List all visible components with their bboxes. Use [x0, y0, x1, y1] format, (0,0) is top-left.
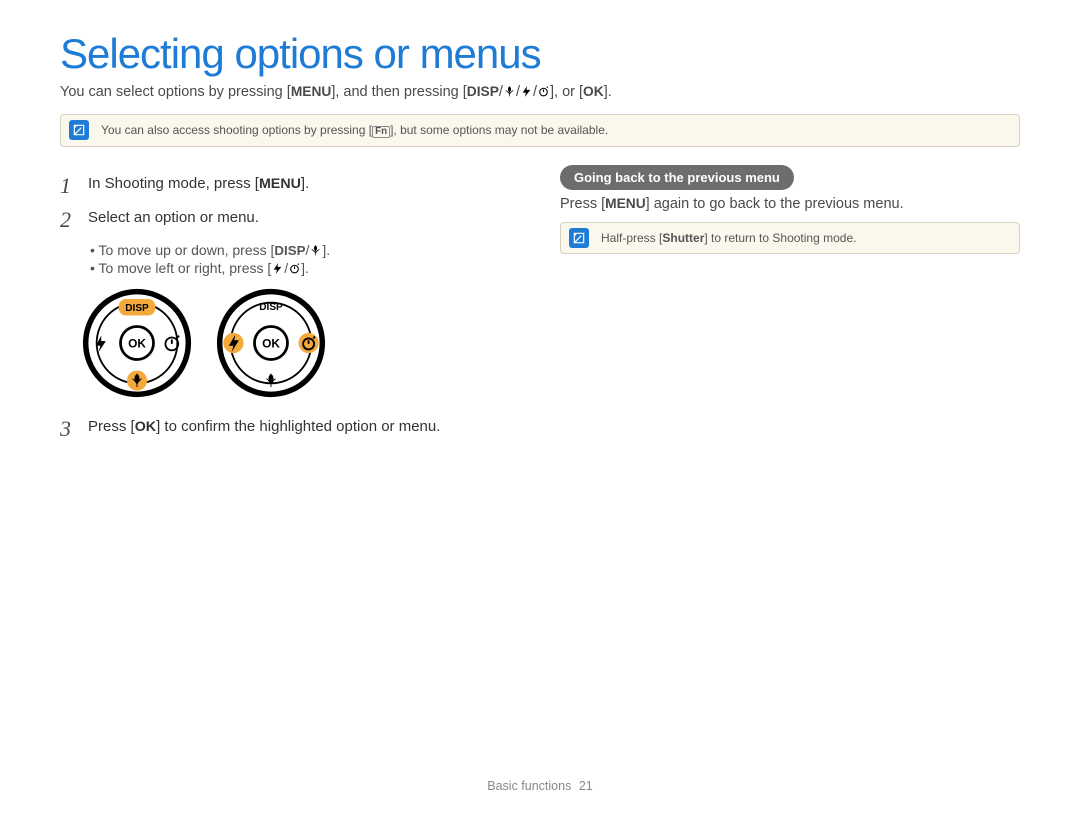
step-body: Select an option or menu. — [88, 207, 259, 233]
ok-label: OK — [128, 336, 146, 350]
sub-text: ]. — [322, 242, 330, 258]
macro-icon — [309, 242, 322, 258]
dial-horizontal: DISP OK — [216, 288, 326, 398]
step-number: 1 — [60, 173, 80, 199]
intro-text: ]. — [604, 84, 612, 100]
ok-label: OK — [262, 336, 280, 350]
note-text: ] to return to Shooting mode. — [704, 231, 856, 245]
right-column: Going back to the previous menu Press [M… — [560, 165, 1020, 450]
timer-icon — [288, 260, 301, 276]
fn-key: Fn — [372, 126, 390, 138]
substep: To move left or right, press [/]. — [90, 260, 520, 276]
sub-text: To move left or right, press [ — [99, 260, 272, 276]
step-1: 1 In Shooting mode, press [MENU]. — [60, 173, 520, 199]
dial-vertical: DISP OK — [82, 288, 192, 398]
step-text: In Shooting mode, press [ — [88, 175, 259, 192]
step-body: Press [OK] to confirm the highlighted op… — [88, 416, 440, 442]
disp-key: DISP — [467, 84, 499, 99]
menu-key: MENU — [605, 196, 646, 211]
step-body: In Shooting mode, press [MENU]. — [88, 173, 309, 199]
note-box: Half-press [Shutter] to return to Shooti… — [560, 222, 1020, 254]
note-box: You can also access shooting options by … — [60, 114, 1020, 147]
right-paragraph: Press [MENU] again to go back to the pre… — [560, 196, 1020, 212]
macro-icon — [503, 84, 516, 100]
disp-label: DISP — [125, 303, 149, 314]
intro-text: ], and then pressing [ — [331, 84, 466, 100]
note-text: Half-press [ — [601, 231, 662, 245]
left-column: 1 In Shooting mode, press [MENU]. 2 Sele… — [60, 165, 520, 450]
step-2: 2 Select an option or menu. — [60, 207, 520, 233]
intro-text: ], or [ — [550, 84, 583, 100]
note-text: ], but some options may not be available… — [390, 123, 608, 137]
shutter-key: Shutter — [662, 231, 704, 245]
disp-label: DISP — [259, 302, 283, 313]
sub-text: To move up or down, press [ — [99, 242, 275, 258]
step-text: ] to confirm the highlighted option or m… — [156, 418, 440, 435]
page-footer: Basic functions 21 — [0, 779, 1080, 793]
footer-section: Basic functions — [487, 779, 571, 793]
intro-paragraph: You can select options by pressing [MENU… — [60, 84, 1020, 100]
note-icon — [569, 228, 589, 248]
menu-key: MENU — [259, 176, 301, 192]
manual-page: Selecting options or menus You can selec… — [0, 0, 1080, 815]
step-text: Press [ — [88, 418, 135, 435]
page-title: Selecting options or menus — [60, 30, 1020, 78]
note-icon — [69, 120, 89, 140]
right-text: Press [ — [560, 196, 605, 212]
subsection-heading: Going back to the previous menu — [560, 165, 794, 190]
dial-illustrations: DISP OK — [82, 288, 520, 398]
ok-key: OK — [583, 84, 604, 99]
step-number: 3 — [60, 416, 80, 442]
sub-text: ]. — [301, 260, 309, 276]
flash-icon — [520, 84, 533, 100]
flash-icon — [271, 260, 284, 276]
menu-key: MENU — [291, 84, 332, 99]
timer-icon — [537, 84, 550, 100]
intro-text: You can select options by pressing [ — [60, 84, 291, 100]
right-text: ] again to go back to the previous menu. — [646, 196, 904, 212]
disp-key: DISP — [274, 243, 305, 258]
substep-list: To move up or down, press [DISP/]. To mo… — [90, 242, 520, 276]
step-3: 3 Press [OK] to confirm the highlighted … — [60, 416, 520, 442]
step-text: ]. — [301, 175, 309, 192]
step-number: 2 — [60, 207, 80, 233]
footer-page-number: 21 — [579, 779, 593, 793]
substep: To move up or down, press [DISP/]. — [90, 242, 520, 258]
ok-key: OK — [135, 419, 156, 435]
note-text: You can also access shooting options by … — [101, 123, 372, 137]
